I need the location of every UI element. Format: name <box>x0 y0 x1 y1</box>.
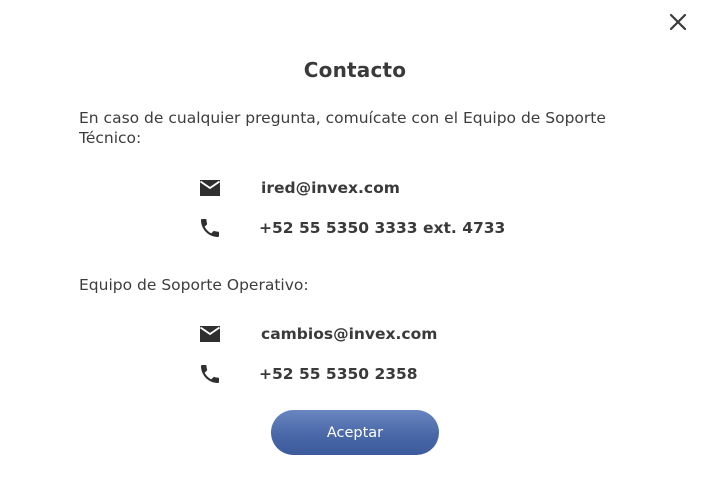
accept-button[interactable]: Aceptar <box>271 410 439 455</box>
phone-icon <box>198 216 222 240</box>
operational-phone[interactable]: +52 55 5350 2358 <box>259 365 418 383</box>
close-icon[interactable] <box>668 12 688 32</box>
operational-email[interactable]: cambios@invex.com <box>261 325 437 343</box>
technical-email[interactable]: ired@invex.com <box>261 179 400 197</box>
operational-email-row: cambios@invex.com <box>198 321 437 347</box>
mail-icon <box>198 176 222 200</box>
dialog-title: Contacto <box>303 58 407 82</box>
technical-phone-row: +52 55 5350 3333 ext. 4733 <box>198 215 505 241</box>
operational-support-label: Equipo de Soporte Operativo: <box>79 276 309 294</box>
mail-icon <box>198 322 222 346</box>
technical-phone[interactable]: +52 55 5350 3333 ext. 4733 <box>259 219 505 237</box>
technical-email-row: ired@invex.com <box>198 175 400 201</box>
operational-phone-row: +52 55 5350 2358 <box>198 361 418 387</box>
phone-icon <box>198 362 222 386</box>
technical-support-intro: En caso de cualquier pregunta, comuícate… <box>79 109 606 147</box>
contact-dialog: Contacto En caso de cualquier pregunta, … <box>0 0 710 485</box>
